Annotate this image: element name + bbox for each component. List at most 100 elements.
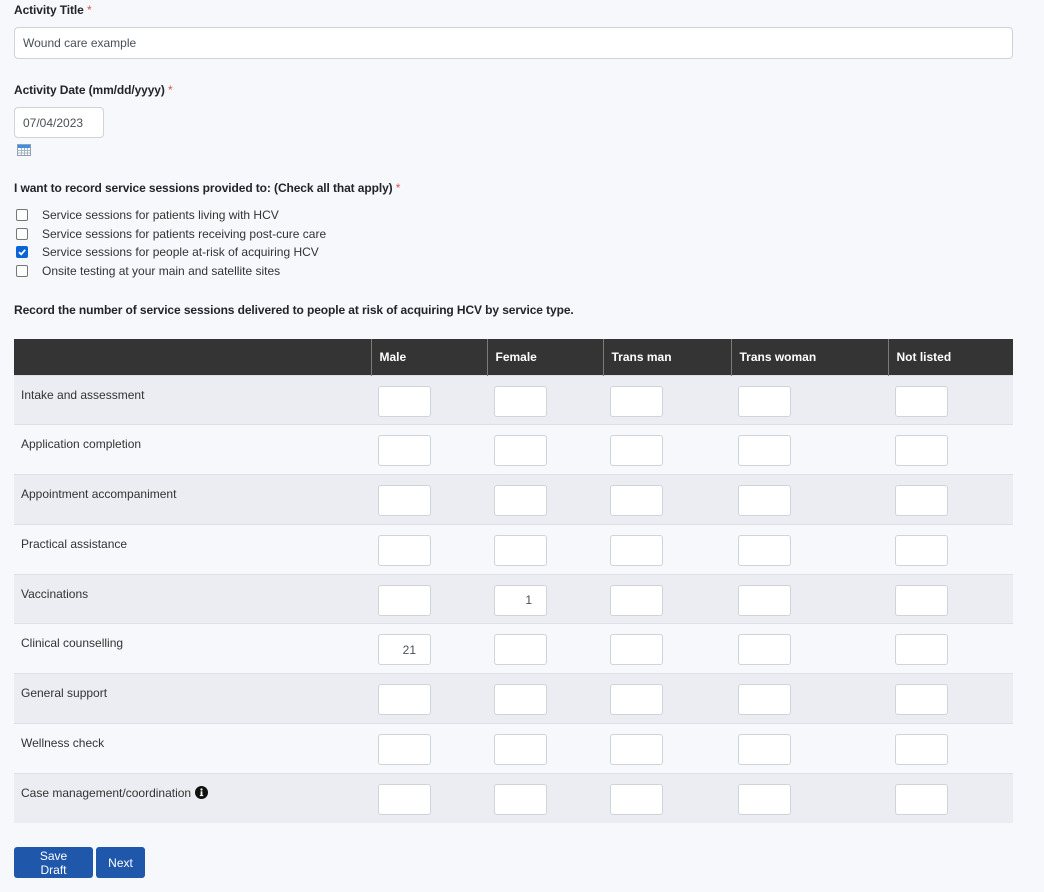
value-cell <box>487 772 603 824</box>
count-input-application-completion-trans-woman[interactable] <box>738 435 791 467</box>
value-cell <box>888 673 1013 724</box>
value-cell <box>603 573 731 624</box>
info-circle-icon[interactable] <box>195 785 209 802</box>
count-input-intake-and-assessment-not-listed[interactable] <box>895 385 948 417</box>
row-label-text: Practical assistance <box>21 536 128 551</box>
count-input-application-completion-trans-man[interactable] <box>610 435 663 467</box>
activity-title-label-text: Activity Title <box>14 3 84 17</box>
count-input-vaccinations-trans-woman[interactable] <box>738 584 791 616</box>
value-cell <box>371 723 487 774</box>
count-input-application-completion-male[interactable] <box>378 435 431 467</box>
value-cell <box>731 474 888 525</box>
count-input-intake-and-assessment-female[interactable] <box>494 385 547 417</box>
count-input-case-management-coordination-female[interactable] <box>494 783 547 815</box>
count-input-appointment-accompaniment-trans-woman[interactable] <box>738 485 791 517</box>
service-option-living-with-hcv[interactable]: Service sessions for patients living wit… <box>14 206 326 225</box>
count-input-vaccinations-trans-man[interactable] <box>610 584 663 616</box>
count-input-case-management-coordination-not-listed[interactable] <box>895 783 948 815</box>
count-input-vaccinations-not-listed[interactable] <box>895 584 948 616</box>
row-label-cell: Practical assistance <box>14 523 371 575</box>
required-marker: * <box>168 83 173 97</box>
count-input-general-support-not-listed[interactable] <box>895 684 948 716</box>
activity-date-input[interactable] <box>14 107 104 138</box>
activity-title-input[interactable] <box>14 27 1013 59</box>
service-option-onsite-testing[interactable]: Onsite testing at your main and satellit… <box>14 262 326 281</box>
row-label: Vaccinations <box>21 587 88 601</box>
row-label: Clinical counselling <box>21 636 123 650</box>
services-label-text: I want to record service sessions provid… <box>14 181 393 195</box>
activity-date-label-text: Activity Date (mm/dd/yyyy) <box>14 83 165 97</box>
count-input-appointment-accompaniment-trans-man[interactable] <box>610 485 663 517</box>
value-cell <box>603 374 731 425</box>
value-cell <box>731 573 888 624</box>
checkbox[interactable] <box>16 227 28 240</box>
value-cell <box>888 523 1013 575</box>
value-cell <box>603 723 731 774</box>
count-input-case-management-coordination-male[interactable] <box>378 783 431 815</box>
count-input-intake-and-assessment-trans-man[interactable] <box>610 385 663 417</box>
count-input-wellness-check-trans-man[interactable] <box>610 734 663 766</box>
count-input-intake-and-assessment-trans-woman[interactable] <box>738 385 791 417</box>
service-option-post-cure-care[interactable]: Service sessions for patients receiving … <box>14 225 326 244</box>
column-header-trans-man: Trans man <box>602 339 731 375</box>
value-cell <box>371 673 487 724</box>
count-input-general-support-female[interactable] <box>494 684 547 716</box>
count-input-application-completion-not-listed[interactable] <box>895 435 948 467</box>
value-cell <box>603 673 731 724</box>
next-button[interactable]: Next <box>96 847 145 878</box>
count-input-wellness-check-not-listed[interactable] <box>895 734 948 766</box>
count-input-vaccinations-female[interactable] <box>494 584 547 616</box>
value-cell <box>371 474 487 525</box>
checkbox[interactable] <box>16 265 28 278</box>
save-draft-button[interactable]: Save Draft <box>14 847 93 878</box>
count-input-wellness-check-trans-woman[interactable] <box>738 734 791 766</box>
count-input-wellness-check-female[interactable] <box>494 734 547 766</box>
value-cell <box>487 424 603 475</box>
count-input-practical-assistance-trans-man[interactable] <box>610 534 663 566</box>
value-cell <box>487 573 603 624</box>
count-input-practical-assistance-not-listed[interactable] <box>895 534 948 566</box>
count-input-practical-assistance-male[interactable] <box>378 534 431 566</box>
count-input-case-management-coordination-trans-man[interactable] <box>610 783 663 815</box>
count-input-case-management-coordination-trans-woman[interactable] <box>738 783 791 815</box>
table-row: Application completion <box>14 424 1013 475</box>
value-cell <box>888 474 1013 525</box>
count-input-appointment-accompaniment-not-listed[interactable] <box>895 485 948 517</box>
count-input-general-support-male[interactable] <box>378 684 431 716</box>
service-option-at-risk-hcv[interactable]: Service sessions for people at-risk of a… <box>14 243 326 262</box>
count-input-application-completion-female[interactable] <box>494 435 547 467</box>
row-label-cell: Application completion <box>14 424 371 475</box>
count-input-intake-and-assessment-male[interactable] <box>378 385 431 417</box>
value-cell <box>371 772 487 824</box>
count-input-clinical-counselling-not-listed[interactable] <box>895 634 948 666</box>
count-input-appointment-accompaniment-male[interactable] <box>378 485 431 517</box>
row-label-text: General support <box>21 686 108 701</box>
count-input-appointment-accompaniment-female[interactable] <box>494 485 547 517</box>
count-input-vaccinations-male[interactable] <box>378 584 431 616</box>
value-cell <box>731 623 888 674</box>
checkbox[interactable] <box>16 246 28 259</box>
count-input-practical-assistance-female[interactable] <box>494 534 547 566</box>
grid-instruction: Record the number of service sessions de… <box>14 303 574 317</box>
checkbox[interactable] <box>16 209 28 222</box>
count-input-general-support-trans-man[interactable] <box>610 684 663 716</box>
count-input-clinical-counselling-male[interactable] <box>378 634 431 666</box>
value-cell <box>888 772 1013 824</box>
row-label: Intake and assessment <box>21 388 144 402</box>
calendar-icon[interactable] <box>17 144 31 156</box>
value-cell <box>487 474 603 525</box>
count-input-clinical-counselling-trans-woman[interactable] <box>738 634 791 666</box>
value-cell <box>731 424 888 475</box>
count-input-general-support-trans-woman[interactable] <box>738 684 791 716</box>
required-marker: * <box>86 3 92 17</box>
count-input-clinical-counselling-female[interactable] <box>494 634 547 666</box>
count-input-practical-assistance-trans-woman[interactable] <box>738 534 791 566</box>
count-input-wellness-check-male[interactable] <box>378 734 431 766</box>
row-label-cell: Intake and assessment <box>14 374 371 425</box>
column-header-service <box>14 339 371 375</box>
row-label-text: Wellness check <box>21 736 105 751</box>
count-input-clinical-counselling-trans-man[interactable] <box>610 634 663 666</box>
row-label-text: Vaccinations <box>21 586 89 601</box>
value-cell <box>603 623 731 674</box>
row-label-cell: Vaccinations <box>14 573 371 624</box>
